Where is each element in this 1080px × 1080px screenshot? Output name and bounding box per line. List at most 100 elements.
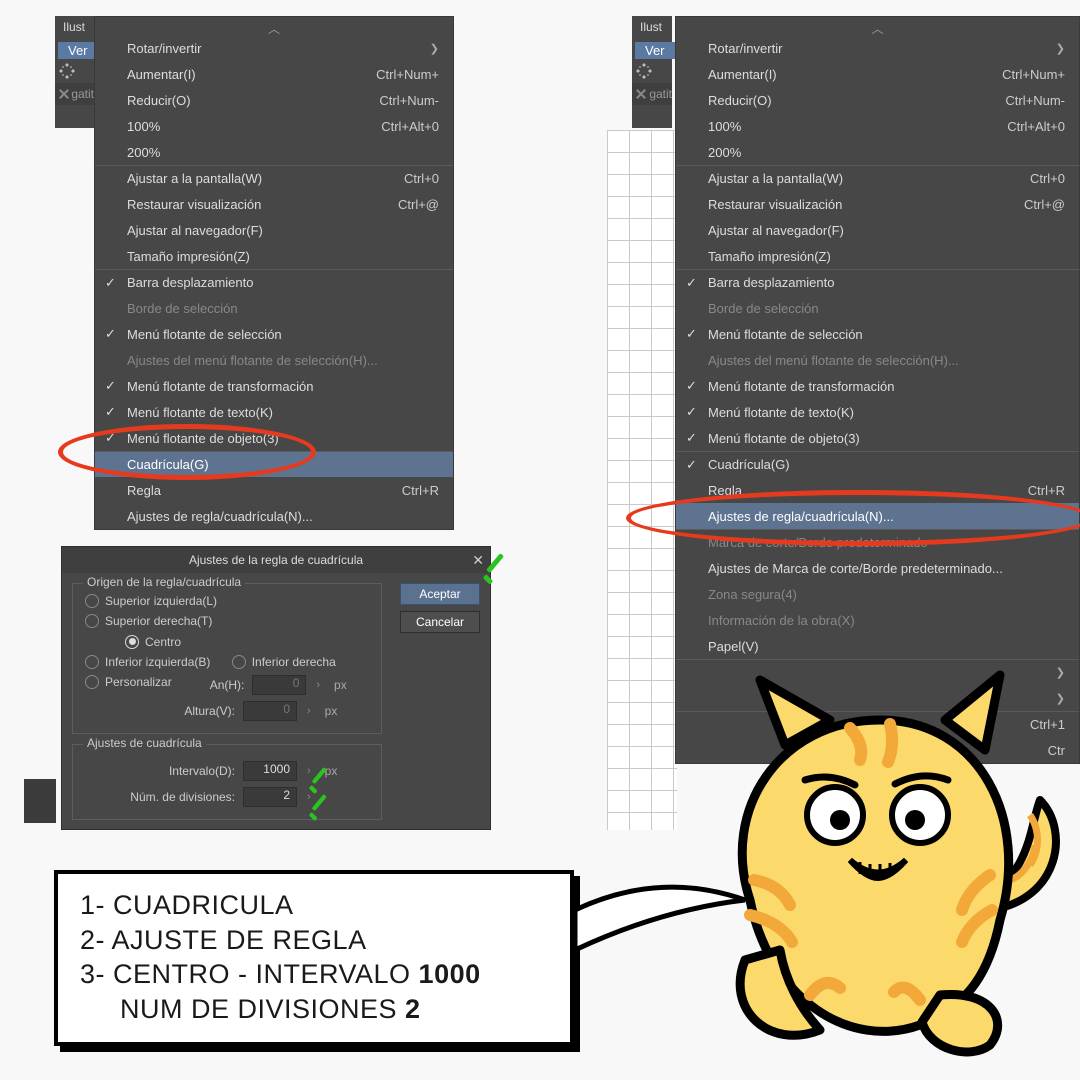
radio-bottom-left[interactable]: Inferior izquierda(B) <box>85 655 210 669</box>
radio-top-right[interactable]: Superior derecha(T) <box>85 614 212 628</box>
menu-shortcut: Ctrl+Alt+0 <box>381 119 439 134</box>
menu-ver-button-left[interactable]: Ver <box>58 42 98 59</box>
note-line-1: 1- CUADRICULA <box>80 888 548 923</box>
accept-button[interactable]: Aceptar <box>400 583 480 605</box>
unit-px: px <box>334 678 347 692</box>
app-title-left: Ilust <box>63 20 85 34</box>
grid-settings-dialog: Ajustes de la regla de cuadrícula ✕ Acep… <box>61 546 491 830</box>
menu-item-label: Ajustar al navegador(F) <box>708 223 844 238</box>
menu-item[interactable]: Rotar/invertir❯ <box>676 35 1079 61</box>
menu-item-label: Menú flotante de transformación <box>127 379 313 394</box>
menu-item[interactable]: Aumentar(I)Ctrl+Num+ <box>676 61 1079 87</box>
menu-item-label: Rotar/invertir <box>708 41 782 56</box>
menu-item-label: Ajustar a la pantalla(W) <box>127 171 262 186</box>
menu-item: Ajustes del menú flotante de selección(H… <box>676 347 1079 373</box>
menu-shortcut: Ctrl+R <box>1028 483 1065 498</box>
menu-item[interactable]: Ajustes de Marca de corte/Borde predeter… <box>676 555 1079 581</box>
menu-item-label: Ajustar al navegador(F) <box>127 223 263 238</box>
menu-item[interactable]: 100%Ctrl+Alt+0 <box>95 113 453 139</box>
menu-item[interactable]: ✓Menú flotante de selección <box>95 321 453 347</box>
canvas-edge <box>24 779 56 823</box>
menu-item[interactable]: ✓ Barra desplazamiento <box>676 269 1079 295</box>
menu-item[interactable]: 200% <box>676 139 1079 165</box>
menu-item-label: Tamaño impresión(Z) <box>127 249 250 264</box>
menu-item[interactable]: Ajustar al navegador(F) <box>676 217 1079 243</box>
menu-item-label: Ajustes de regla/cuadrícula(N)... <box>127 509 313 524</box>
menu-item[interactable]: ✓ Cuadrícula(G) <box>676 451 1079 477</box>
menu-item[interactable]: Ajustar a la pantalla(W)Ctrl+0 <box>676 165 1079 191</box>
radio-center[interactable]: Centro <box>125 635 181 649</box>
close-tab-icon[interactable] <box>636 89 645 99</box>
close-icon[interactable]: ✕ <box>472 552 484 569</box>
menu-item[interactable]: ReglaCtrl+R <box>95 477 453 503</box>
menu-item[interactable]: Reducir(O)Ctrl+Num- <box>95 87 453 113</box>
menu-item-label: Cuadrícula(G) <box>708 457 790 472</box>
menu-item[interactable]: Regla Ctrl+R <box>676 477 1079 503</box>
menu-item[interactable]: 200% <box>95 139 453 165</box>
width-input[interactable]: 0 <box>252 675 306 695</box>
menu-item-label: Aumentar(I) <box>127 67 196 82</box>
check-icon: ✓ <box>105 275 116 291</box>
view-menu-left: ︿ Rotar/invertir❯Aumentar(I)Ctrl+Num+Red… <box>94 16 454 530</box>
menu-ver-button-right[interactable]: Ver <box>635 42 675 59</box>
tab-name-right[interactable]: gatit <box>649 87 672 101</box>
menu-item-label: Reducir(O) <box>127 93 191 108</box>
menu-item[interactable]: 100%Ctrl+Alt+0 <box>676 113 1079 139</box>
menu-item[interactable]: ✓Menú flotante de transformación <box>676 373 1079 399</box>
menu-item[interactable]: Aumentar(I)Ctrl+Num+ <box>95 61 453 87</box>
chevron-right-icon[interactable]: › <box>305 765 313 777</box>
check-icon: ✓ <box>686 457 697 473</box>
menu-item[interactable]: ✓Menú flotante de texto(K) <box>676 399 1079 425</box>
note-line-3: 3- CENTRO - INTERVALO 1000 <box>80 957 548 992</box>
menu-item[interactable]: Restaurar visualizaciónCtrl+@ <box>676 191 1079 217</box>
menu-item[interactable]: Restaurar visualizaciónCtrl+@ <box>95 191 453 217</box>
menu-item[interactable]: ✓ Menú flotante de selección <box>676 321 1079 347</box>
menu-item-label: Información de la obra(X) <box>708 613 855 628</box>
cat-illustration <box>690 650 1080 1070</box>
tab-name-left[interactable]: gatit <box>71 87 94 101</box>
interval-input[interactable]: 1000 <box>243 761 297 781</box>
menu-item-label: Menú flotante de selección <box>127 327 282 342</box>
check-icon: ✓ <box>105 378 116 394</box>
menu-item[interactable]: Tamaño impresión(Z) <box>676 243 1079 269</box>
menu-item[interactable]: Tamaño impresión(Z) <box>95 243 453 269</box>
menu-item-label: Barra desplazamiento <box>708 275 834 290</box>
menu-item[interactable]: Ajustes de regla/cuadrícula(N)... <box>676 503 1079 529</box>
cancel-button[interactable]: Cancelar <box>400 611 480 633</box>
loading-icon <box>636 63 652 79</box>
divisions-input[interactable]: 2 <box>243 787 297 807</box>
menu-item[interactable]: Reducir(O)Ctrl+Num- <box>676 87 1079 113</box>
menu-item: Borde de selección <box>676 295 1079 321</box>
menu-item[interactable]: Ajustar a la pantalla(W)Ctrl+0 <box>95 165 453 191</box>
menu-item-label: Tamaño impresión(Z) <box>708 249 831 264</box>
menu-item[interactable]: ✓Menú flotante de objeto(3) <box>676 425 1079 451</box>
chevron-right-icon[interactable]: › <box>314 679 322 691</box>
menu-item[interactable]: Ajustar al navegador(F) <box>95 217 453 243</box>
menu-item[interactable]: Rotar/invertir❯ <box>95 35 453 61</box>
menu-item-label: Regla <box>708 483 742 498</box>
canvas-grid <box>607 130 677 830</box>
menu-item[interactable]: ✓Menú flotante de texto(K) <box>95 399 453 425</box>
height-input[interactable]: 0 <box>243 701 297 721</box>
menu-item[interactable]: Cuadrícula(G) <box>95 451 453 477</box>
close-tab-icon[interactable] <box>59 89 67 99</box>
radio-bottom-right[interactable]: Inferior derecha <box>232 655 336 669</box>
menu-item[interactable]: Ajustes de regla/cuadrícula(N)... <box>95 503 453 529</box>
app-title-right: Ilust <box>640 20 662 34</box>
menu-item[interactable]: ✓Barra desplazamiento <box>95 269 453 295</box>
chevron-right-icon[interactable]: › <box>305 791 313 803</box>
menu-shortcut: Ctrl+Alt+0 <box>1007 119 1065 134</box>
chevron-right-icon[interactable]: › <box>305 705 313 717</box>
menu-item-label: Ajustes del menú flotante de selección(H… <box>708 353 959 368</box>
radio-custom[interactable]: Personalizar <box>85 675 172 689</box>
menu-item[interactable]: ✓ Menú flotante de transformación <box>95 373 453 399</box>
menu-shortcut: Ctrl+Num+ <box>1002 67 1065 82</box>
menu-item: Marca de corte/Borde predeterminado <box>676 529 1079 555</box>
check-icon: ✓ <box>686 326 697 342</box>
check-icon: ✓ <box>686 275 697 291</box>
menu-item-label: Menú flotante de objeto(3) <box>127 431 279 446</box>
menu-item-label: Menú flotante de selección <box>708 327 863 342</box>
menu-item[interactable]: ✓Menú flotante de objeto(3) <box>95 425 453 451</box>
radio-top-left[interactable]: Superior izquierda(L) <box>85 594 217 608</box>
grid-legend: Ajustes de cuadrícula <box>83 736 206 750</box>
